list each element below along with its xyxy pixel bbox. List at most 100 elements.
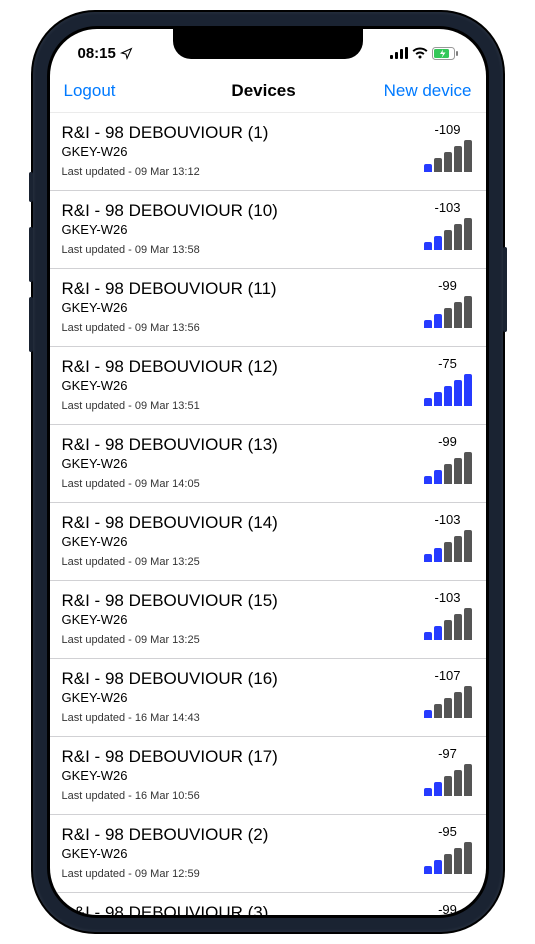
- signal-bar: [464, 218, 472, 250]
- signal-bar: [464, 140, 472, 172]
- screen: 08:15: [50, 29, 486, 915]
- signal-bar: [454, 692, 462, 718]
- signal-bar: [464, 608, 472, 640]
- signal-indicator: -97: [424, 746, 472, 796]
- signal-bar: [424, 710, 432, 718]
- signal-bar: [424, 164, 432, 172]
- signal-bars-icon: [424, 530, 472, 562]
- signal-bar: [444, 854, 452, 874]
- device-title: R&I - 98 DEBOUVIOUR (3): [62, 902, 416, 915]
- device-row[interactable]: R&I - 98 DEBOUVIOUR (14)GKEY-W26 Last upd…: [50, 503, 486, 581]
- device-row[interactable]: R&I - 98 DEBOUVIOUR (15)GKEY-W26Last upd…: [50, 581, 486, 659]
- signal-bar: [434, 626, 442, 640]
- rssi-value: -95: [438, 824, 457, 839]
- signal-bar: [464, 842, 472, 874]
- signal-bar: [454, 380, 462, 406]
- device-last-updated: Last updated - 16 Mar 10:56: [62, 790, 416, 803]
- signal-bar: [444, 308, 452, 328]
- device-title: R&I - 98 DEBOUVIOUR (2): [62, 824, 416, 845]
- device-row-info: R&I - 98 DEBOUVIOUR (3)GKEY-W26Last upda…: [62, 902, 416, 915]
- rssi-value: -103: [434, 590, 460, 605]
- phone-side-button: [503, 247, 507, 332]
- device-last-updated: Last updated - 09 Mar 13:12: [62, 166, 416, 179]
- status-left: 08:15: [78, 45, 133, 62]
- device-row-info: R&I - 98 DEBOUVIOUR (14)GKEY-W26 Last upd…: [62, 512, 416, 569]
- device-last-updated: Last updated - 09 Mar 12:59: [62, 868, 416, 881]
- status-right: [390, 47, 458, 60]
- device-subtitle: GKEY-W26: [62, 456, 416, 473]
- location-arrow-icon: [120, 47, 133, 60]
- device-last-updated: Last updated - 09 Mar 13:25: [62, 634, 416, 647]
- phone-bezel: 08:15: [47, 26, 489, 918]
- device-row[interactable]: R&I - 98 DEBOUVIOUR (12)GKEY-W26Last upd…: [50, 347, 486, 425]
- signal-indicator: -99: [424, 278, 472, 328]
- device-subtitle: GKEY-W26: [62, 690, 416, 707]
- signal-bar: [434, 470, 442, 484]
- signal-bars-icon: [424, 140, 472, 172]
- signal-indicator: -99: [424, 434, 472, 484]
- device-title: R&I - 98 DEBOUVIOUR (14): [62, 512, 416, 533]
- signal-bars-icon: [424, 452, 472, 484]
- signal-bar: [434, 314, 442, 328]
- logout-button[interactable]: Logout: [64, 81, 144, 101]
- rssi-value: -99: [438, 902, 457, 915]
- status-time: 08:15: [78, 45, 116, 62]
- signal-bars-icon: [424, 218, 472, 250]
- signal-bar: [434, 548, 442, 562]
- signal-bar: [454, 302, 462, 328]
- phone-frame: 08:15: [33, 12, 503, 932]
- device-row[interactable]: R&I - 98 DEBOUVIOUR (16)GKEY-W26Last upd…: [50, 659, 486, 737]
- rssi-value: -99: [438, 434, 457, 449]
- signal-bar: [454, 536, 462, 562]
- signal-bars-icon: [424, 296, 472, 328]
- signal-bar: [444, 776, 452, 796]
- device-title: R&I - 98 DEBOUVIOUR (1): [62, 122, 416, 143]
- signal-bar: [464, 296, 472, 328]
- device-last-updated: Last updated - 09 Mar 14:05: [62, 478, 416, 491]
- nav-bar: Logout Devices New device: [50, 69, 486, 113]
- signal-bar: [434, 158, 442, 172]
- new-device-button[interactable]: New device: [384, 81, 472, 101]
- signal-indicator: -95: [424, 824, 472, 874]
- rssi-value: -99: [438, 278, 457, 293]
- device-row[interactable]: R&I - 98 DEBOUVIOUR (17)GKEY-W26Last upd…: [50, 737, 486, 815]
- device-list[interactable]: R&I - 98 DEBOUVIOUR (1)GKEY-W26Last upda…: [50, 113, 486, 915]
- signal-bar: [444, 386, 452, 406]
- device-title: R&I - 98 DEBOUVIOUR (16): [62, 668, 416, 689]
- device-row[interactable]: R&I - 98 DEBOUVIOUR (10)GKEY-W26Last upd…: [50, 191, 486, 269]
- signal-bar: [424, 476, 432, 484]
- signal-bar: [424, 554, 432, 562]
- page-title: Devices: [144, 81, 384, 101]
- signal-bar: [464, 452, 472, 484]
- signal-bar: [454, 458, 462, 484]
- signal-bars-icon: [424, 374, 472, 406]
- signal-bar: [424, 632, 432, 640]
- device-row[interactable]: R&I - 98 DEBOUVIOUR (13)GKEY-W26 Last upd…: [50, 425, 486, 503]
- battery-charging-icon: [432, 47, 458, 60]
- device-row-info: R&I - 98 DEBOUVIOUR (15)GKEY-W26Last upd…: [62, 590, 416, 647]
- device-subtitle: GKEY-W26: [62, 612, 416, 629]
- device-row[interactable]: R&I - 98 DEBOUVIOUR (2)GKEY-W26Last upda…: [50, 815, 486, 893]
- device-subtitle: GKEY-W26: [62, 768, 416, 785]
- device-title: R&I - 98 DEBOUVIOUR (11): [62, 278, 416, 299]
- device-row-info: R&I - 98 DEBOUVIOUR (13)GKEY-W26 Last upd…: [62, 434, 416, 491]
- signal-bar: [444, 620, 452, 640]
- signal-bars-icon: [424, 686, 472, 718]
- device-row[interactable]: R&I - 98 DEBOUVIOUR (3)GKEY-W26Last upda…: [50, 893, 486, 915]
- device-last-updated: Last updated - 09 Mar 13:25: [62, 556, 416, 569]
- device-subtitle: GKEY-W26: [62, 378, 416, 395]
- rssi-value: -109: [434, 122, 460, 137]
- signal-indicator: -109: [424, 122, 472, 172]
- signal-bar: [424, 242, 432, 250]
- device-subtitle: GKEY-W26: [62, 534, 416, 551]
- device-row-info: R&I - 98 DEBOUVIOUR (12)GKEY-W26Last upd…: [62, 356, 416, 413]
- signal-bar: [464, 764, 472, 796]
- signal-bar: [444, 542, 452, 562]
- phone-side-button: [29, 172, 33, 202]
- device-row[interactable]: R&I - 98 DEBOUVIOUR (11)GKEY-W26Last upd…: [50, 269, 486, 347]
- device-title: R&I - 98 DEBOUVIOUR (13): [62, 434, 416, 455]
- signal-indicator: -75: [424, 356, 472, 406]
- device-subtitle: GKEY-W26: [62, 144, 416, 161]
- signal-bar: [454, 848, 462, 874]
- device-row[interactable]: R&I - 98 DEBOUVIOUR (1)GKEY-W26 Last upda…: [50, 113, 486, 191]
